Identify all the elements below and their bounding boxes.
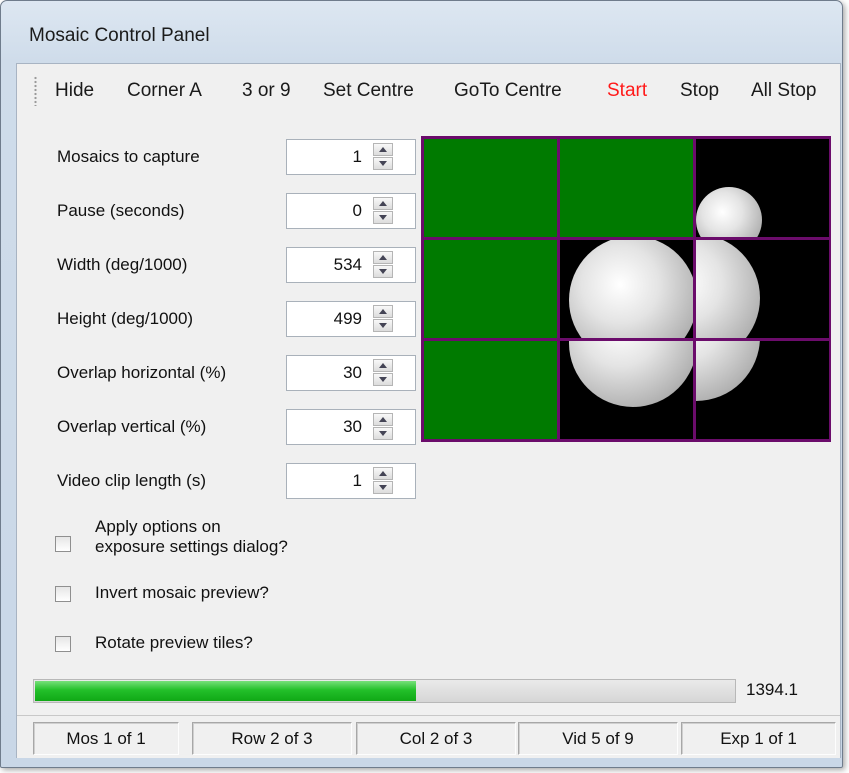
overlap-horizontal-stepper[interactable]: 30: [286, 355, 416, 391]
status-video: Vid 5 of 9: [518, 722, 678, 755]
preview-tile-3-2: [560, 341, 693, 439]
decrement-arrow-icon[interactable]: [373, 373, 393, 386]
increment-arrow-icon[interactable]: [373, 251, 393, 264]
overlap-horizontal-value[interactable]: 30: [287, 356, 362, 390]
overlap-horizontal-label: Overlap horizontal (%): [57, 363, 227, 382]
apply-options-label: Apply options on exposure settings dialo…: [95, 517, 288, 556]
preview-tile-2-2: [560, 240, 693, 338]
menu-all-stop[interactable]: All Stop: [751, 80, 816, 102]
decrement-arrow-icon[interactable]: [373, 427, 393, 440]
menu-start[interactable]: Start: [607, 80, 647, 102]
status-col: Col 2 of 3: [356, 722, 516, 755]
toolbar-grip-handle[interactable]: [34, 76, 37, 106]
menu-stop[interactable]: Stop: [680, 80, 719, 102]
status-row: Row 2 of 3: [192, 722, 352, 755]
mosaic-control-window: Mosaic Control Panel Hide Corner A 3 or …: [0, 0, 843, 768]
height-value[interactable]: 499: [287, 302, 362, 336]
invert-preview-checkbox[interactable]: [55, 586, 71, 602]
progress-fill: [35, 681, 416, 701]
preview-tile-2-3: [696, 240, 829, 338]
menu-bar: Hide Corner A 3 or 9 Set Centre GoTo Cen…: [17, 64, 840, 118]
menu-3-or-9[interactable]: 3 or 9: [242, 80, 291, 102]
increment-arrow-icon[interactable]: [373, 197, 393, 210]
height-stepper[interactable]: 499: [286, 301, 416, 337]
width-stepper[interactable]: 534: [286, 247, 416, 283]
apply-options-checkbox[interactable]: [55, 536, 71, 552]
status-bar: Mos 1 of 1 Row 2 of 3 Col 2 of 3 Vid 5 o…: [17, 715, 840, 758]
decrement-arrow-icon[interactable]: [373, 157, 393, 170]
client-area: Hide Corner A 3 or 9 Set Centre GoTo Cen…: [16, 63, 841, 758]
height-label: Height (deg/1000): [57, 309, 194, 328]
increment-arrow-icon[interactable]: [373, 467, 393, 480]
preview-tile-1-3: [696, 139, 829, 237]
menu-set-centre[interactable]: Set Centre: [323, 80, 414, 102]
width-value[interactable]: 534: [287, 248, 362, 282]
increment-arrow-icon[interactable]: [373, 413, 393, 426]
pause-seconds-value[interactable]: 0: [287, 194, 362, 228]
mosaic-preview-grid: [421, 136, 831, 442]
width-label: Width (deg/1000): [57, 255, 188, 274]
window-title: Mosaic Control Panel: [29, 25, 210, 46]
rotate-tiles-label: Rotate preview tiles?: [95, 633, 253, 652]
status-exposure: Exp 1 of 1: [681, 722, 836, 755]
preview-tile-3-1: [424, 341, 557, 439]
invert-preview-label: Invert mosaic preview?: [95, 583, 269, 602]
preview-tile-2-1: [424, 240, 557, 338]
mosaics-to-capture-value[interactable]: 1: [287, 140, 362, 174]
video-clip-length-value[interactable]: 1: [287, 464, 362, 498]
preview-tile-1-1: [424, 139, 557, 237]
decrement-arrow-icon[interactable]: [373, 211, 393, 224]
mosaics-to-capture-stepper[interactable]: 1: [286, 139, 416, 175]
video-clip-length-stepper[interactable]: 1: [286, 463, 416, 499]
decrement-arrow-icon[interactable]: [373, 319, 393, 332]
mosaics-to-capture-label: Mosaics to capture: [57, 147, 200, 166]
rotate-tiles-checkbox[interactable]: [55, 636, 71, 652]
menu-corner-a[interactable]: Corner A: [127, 80, 202, 102]
capture-progress-bar: [33, 679, 736, 703]
overlap-vertical-stepper[interactable]: 30: [286, 409, 416, 445]
preview-tile-3-3: [696, 341, 829, 439]
menu-goto-centre[interactable]: GoTo Centre: [454, 80, 562, 102]
increment-arrow-icon[interactable]: [373, 143, 393, 156]
overlap-vertical-label: Overlap vertical (%): [57, 417, 207, 436]
increment-arrow-icon[interactable]: [373, 305, 393, 318]
preview-tile-1-2: [560, 139, 693, 237]
menu-hide[interactable]: Hide: [55, 80, 94, 102]
decrement-arrow-icon[interactable]: [373, 481, 393, 494]
pause-seconds-stepper[interactable]: 0: [286, 193, 416, 229]
video-clip-length-label: Video clip length (s): [57, 471, 206, 490]
progress-value: 1394.1: [746, 680, 798, 699]
pause-seconds-label: Pause (seconds): [57, 201, 185, 220]
status-mosaic: Mos 1 of 1: [33, 722, 179, 755]
increment-arrow-icon[interactable]: [373, 359, 393, 372]
overlap-vertical-value[interactable]: 30: [287, 410, 362, 444]
decrement-arrow-icon[interactable]: [373, 265, 393, 278]
